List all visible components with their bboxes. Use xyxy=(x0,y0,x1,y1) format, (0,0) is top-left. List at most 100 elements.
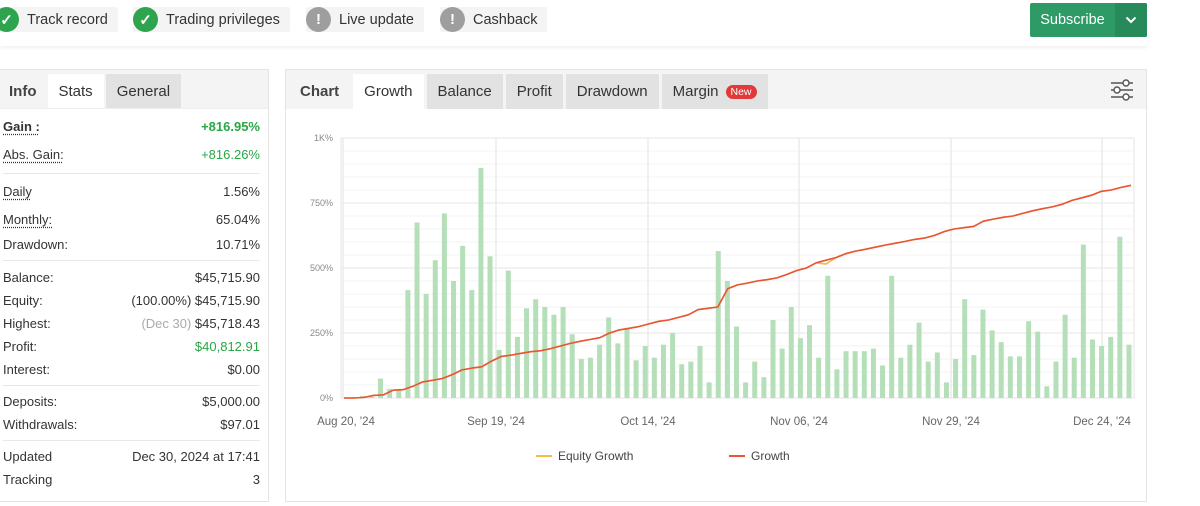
divider xyxy=(3,173,260,174)
stats-panel: Info Stats General Gain : +816.95% Abs. … xyxy=(0,69,269,502)
divider xyxy=(3,385,260,386)
badge-cashback[interactable]: ! Cashback xyxy=(440,7,548,32)
bar xyxy=(597,344,603,398)
x-tick-label: Nov 29, '24 xyxy=(922,416,980,428)
badge-label: Cashback xyxy=(473,11,538,28)
legend-label: Equity Growth xyxy=(558,449,633,463)
sliders-icon xyxy=(1111,79,1133,101)
exclamation-circle-icon: ! xyxy=(306,7,331,32)
stat-daily: Daily 1.56% xyxy=(0,180,268,203)
bar xyxy=(1117,236,1123,398)
bar xyxy=(606,317,612,398)
bar xyxy=(852,351,858,398)
check-circle-icon: ✓ xyxy=(0,7,19,32)
stat-value: $0.00 xyxy=(227,362,260,377)
bar xyxy=(514,336,520,398)
stat-withdrawals: Withdrawals: $97.01 xyxy=(0,413,268,436)
bar xyxy=(807,325,813,398)
y-tick-label: 500% xyxy=(310,263,333,273)
bar xyxy=(1007,356,1013,398)
stat-label[interactable]: Abs. Gain: xyxy=(3,147,64,162)
divider xyxy=(3,440,260,441)
stat-profit: Profit: $40,812.91 xyxy=(0,335,268,358)
stat-value: 3 xyxy=(252,472,260,487)
bar xyxy=(478,167,484,398)
bar xyxy=(615,343,621,398)
bar xyxy=(761,377,767,398)
highest-amount: $45,718.43 xyxy=(194,316,260,331)
badge-label: Trading privileges xyxy=(166,11,280,28)
equity-percent: (100.00%) xyxy=(131,293,192,308)
growth-chart[interactable]: 0% 250% 500% 750% 1K% Aug 20, '24 Sep 19, '24 O… xyxy=(286,110,1146,500)
x-tick-label: Dec 24, '24 xyxy=(1073,416,1131,428)
bar xyxy=(743,382,749,398)
chart-tabs: Chart Growth Balance Profit Drawdown Mar… xyxy=(286,70,1146,109)
stat-tracking: Tracking 3 xyxy=(0,468,268,491)
bar xyxy=(670,333,676,398)
bar xyxy=(679,364,685,398)
bar xyxy=(1108,336,1114,398)
tab-info[interactable]: Info xyxy=(0,74,48,108)
bar xyxy=(533,299,539,398)
tab-profit[interactable]: Profit xyxy=(505,74,563,109)
stat-value: $5,000.00 xyxy=(202,394,260,409)
bar xyxy=(441,213,447,398)
tab-margin[interactable]: Margin New xyxy=(661,74,768,109)
stat-label[interactable]: Daily xyxy=(3,184,32,199)
bar xyxy=(578,359,584,398)
bar xyxy=(551,314,557,398)
tab-drawdown[interactable]: Drawdown xyxy=(565,74,659,109)
stat-highest: Highest: (Dec 30) $45,718.43 xyxy=(0,312,268,335)
highest-date: (Dec 30) xyxy=(141,316,192,331)
bar xyxy=(816,357,822,398)
bar xyxy=(1089,339,1095,398)
tab-growth[interactable]: Growth xyxy=(353,74,424,109)
stat-value: $97.01 xyxy=(220,417,260,432)
stat-value: 1.56% xyxy=(223,184,260,199)
legend-label: Growth xyxy=(751,449,790,463)
stat-deposits: Deposits: $5,000.00 xyxy=(0,390,268,413)
bar xyxy=(880,365,886,398)
stat-value: 10.71% xyxy=(215,237,260,252)
bar xyxy=(870,348,876,398)
chevron-down-icon xyxy=(1125,16,1137,24)
bar xyxy=(934,352,940,398)
badge-live-update[interactable]: ! Live update xyxy=(306,7,424,32)
tab-general[interactable]: General xyxy=(105,74,182,108)
stat-label[interactable]: Monthly: xyxy=(3,212,52,227)
bar xyxy=(752,361,758,398)
badge-label: Live update xyxy=(339,11,414,28)
badge-trading-privileges[interactable]: ✓ Trading privileges xyxy=(133,7,290,32)
bar xyxy=(1016,356,1022,398)
bar xyxy=(916,322,922,398)
bar xyxy=(1071,357,1077,398)
subscribe-dropdown-button[interactable] xyxy=(1115,3,1147,37)
bar xyxy=(633,360,639,398)
bar xyxy=(405,290,411,398)
stat-label: Deposits: xyxy=(3,394,58,409)
stat-label: Interest: xyxy=(3,362,50,377)
tab-chart[interactable]: Chart xyxy=(286,74,350,109)
subscribe-button-group: Subscribe xyxy=(1030,3,1147,37)
tab-balance[interactable]: Balance xyxy=(426,74,503,109)
subscribe-button[interactable]: Subscribe xyxy=(1030,3,1115,37)
equity-amount: $45,715.90 xyxy=(194,293,260,308)
divider xyxy=(3,260,260,261)
stat-value: (Dec 30) $45,718.43 xyxy=(141,316,260,331)
stat-balance: Balance: $45,715.90 xyxy=(0,266,268,289)
bar xyxy=(642,346,648,398)
bar xyxy=(560,307,566,398)
chart-settings-button[interactable] xyxy=(1110,78,1134,102)
tab-stats[interactable]: Stats xyxy=(47,74,104,108)
stat-gain: Gain : +816.95% xyxy=(0,115,268,138)
badge-track-record[interactable]: ✓ Track record xyxy=(0,7,118,32)
bar xyxy=(1026,321,1032,398)
bar xyxy=(834,369,840,398)
stat-label: Balance: xyxy=(3,270,54,285)
bar xyxy=(1126,344,1132,398)
bar xyxy=(907,344,913,398)
stat-label: Equity: xyxy=(3,293,43,308)
stat-label[interactable]: Gain : xyxy=(3,119,40,134)
bar xyxy=(624,327,630,398)
stat-label: Profit: xyxy=(3,339,37,354)
